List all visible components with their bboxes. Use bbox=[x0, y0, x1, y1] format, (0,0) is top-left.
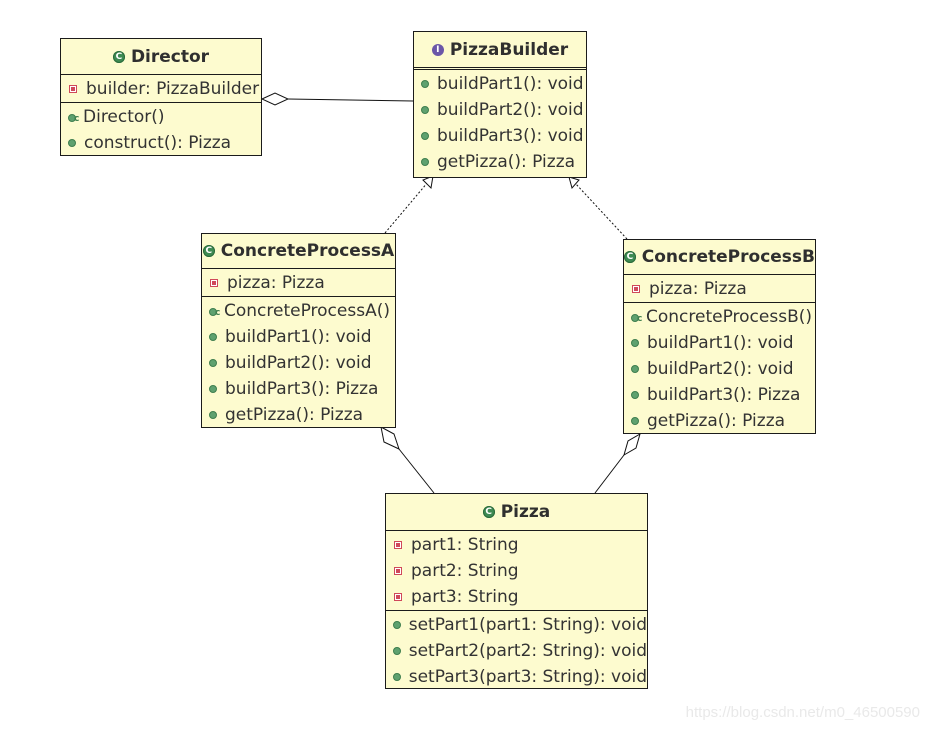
private-field-icon bbox=[394, 567, 402, 575]
public-method-icon bbox=[209, 411, 217, 419]
method-row: getPizza(): Pizza bbox=[202, 402, 395, 428]
public-method-icon bbox=[421, 132, 429, 140]
class-name: Director bbox=[130, 46, 210, 67]
private-field-icon bbox=[69, 85, 77, 93]
method-row: buildPart3(): void bbox=[414, 123, 586, 149]
aggregation-b-pizza bbox=[594, 432, 641, 494]
method-row: buildPart1(): void bbox=[624, 330, 815, 356]
attributes-section: builder: PizzaBuilder bbox=[61, 75, 261, 103]
class-pizza[interactable]: C Pizza part1: String part2: String part… bbox=[385, 493, 648, 689]
private-field-icon bbox=[210, 279, 218, 287]
attributes-section: part1: String part2: String part3: Strin… bbox=[386, 531, 647, 611]
watermark: https://blog.csdn.net/m0_46500590 bbox=[685, 704, 920, 721]
private-field-icon bbox=[394, 593, 402, 601]
method-row: getPizza(): Pizza bbox=[624, 408, 815, 434]
public-method-icon bbox=[393, 673, 401, 681]
method-row: buildPart2(): void bbox=[202, 350, 395, 376]
method-row: buildPart2(): void bbox=[624, 356, 815, 382]
method-row: ConcreteProcessB() bbox=[624, 304, 815, 332]
public-method-icon bbox=[209, 385, 217, 393]
class-c-icon: C bbox=[482, 506, 495, 518]
methods-section: ConcreteProcessB() buildPart1(): void bu… bbox=[624, 303, 815, 434]
class-c-icon: C bbox=[112, 50, 125, 63]
attribute-row: builder: PizzaBuilder bbox=[61, 76, 261, 102]
method-row: buildPart1(): void bbox=[202, 324, 395, 350]
method-row: ConcreteProcessA() bbox=[202, 298, 395, 326]
aggregation-diamond bbox=[623, 432, 641, 457]
private-field-icon bbox=[394, 541, 402, 549]
attributes-section: pizza: Pizza bbox=[202, 269, 395, 297]
interface-name: PizzaBuilder bbox=[449, 39, 569, 60]
public-method-icon bbox=[631, 339, 639, 347]
class-header: C ConcreteProcessA bbox=[202, 234, 395, 269]
constructor-icon bbox=[208, 300, 222, 326]
method-row: buildPart3(): Pizza bbox=[202, 376, 395, 402]
methods-section: setPart1(part1: String): void setPart2(p… bbox=[386, 611, 647, 690]
public-method-icon bbox=[393, 621, 401, 629]
methods-section: buildPart1(): void buildPart2(): void bu… bbox=[414, 70, 586, 175]
class-c-icon: C bbox=[624, 251, 636, 263]
class-name: Pizza bbox=[500, 502, 551, 522]
realization-b-pizzabuilder bbox=[568, 176, 628, 240]
public-method-icon bbox=[421, 106, 429, 114]
interface-i-icon: I bbox=[431, 43, 444, 56]
aggregation-diamond bbox=[260, 92, 290, 106]
aggregation-a-pizza bbox=[380, 426, 435, 494]
method-row: buildPart2(): void bbox=[414, 97, 586, 123]
attribute-row: part2: String bbox=[386, 558, 647, 584]
public-method-icon bbox=[209, 333, 217, 341]
attribute-row: part3: String bbox=[386, 584, 647, 610]
public-method-icon bbox=[631, 365, 639, 373]
public-method-icon bbox=[631, 391, 639, 399]
method-row: Director() bbox=[61, 104, 261, 132]
class-header: C Pizza bbox=[386, 494, 647, 531]
attribute-row: part1: String bbox=[386, 532, 647, 558]
class-header: C ConcreteProcessB bbox=[624, 240, 815, 275]
interface-header: I PizzaBuilder bbox=[414, 32, 586, 70]
attributes-section: pizza: Pizza bbox=[624, 275, 815, 303]
realization-a-pizzabuilder bbox=[384, 175, 434, 234]
attribute-row: pizza: Pizza bbox=[624, 276, 815, 302]
method-row: setPart2(part2: String): void bbox=[386, 638, 647, 664]
public-method-icon bbox=[209, 359, 217, 367]
interface-pizzabuilder[interactable]: I PizzaBuilder buildPart1(): void buildP… bbox=[413, 31, 587, 178]
constructor-icon bbox=[67, 106, 81, 132]
class-header: C Director bbox=[61, 39, 261, 75]
public-method-icon bbox=[68, 139, 76, 147]
aggregation-diamond bbox=[380, 426, 400, 450]
method-row: setPart3(part3: String): void bbox=[386, 664, 647, 690]
public-method-icon bbox=[631, 417, 639, 425]
class-concreteprocessa[interactable]: C ConcreteProcessA pizza: Pizza Concrete… bbox=[201, 233, 396, 428]
class-concreteprocessb[interactable]: C ConcreteProcessB pizza: Pizza Concrete… bbox=[623, 239, 816, 434]
class-director[interactable]: C Director builder: PizzaBuilder Directo… bbox=[60, 38, 262, 156]
class-name: ConcreteProcessA bbox=[220, 241, 395, 261]
method-row: construct(): Pizza bbox=[61, 130, 261, 156]
constructor-icon bbox=[630, 306, 644, 332]
public-method-icon bbox=[393, 647, 401, 655]
attribute-row: pizza: Pizza bbox=[202, 270, 395, 296]
methods-section: ConcreteProcessA() buildPart1(): void bu… bbox=[202, 297, 395, 428]
method-row: getPizza(): Pizza bbox=[414, 149, 586, 175]
public-method-icon bbox=[421, 158, 429, 166]
methods-section: Director() construct(): Pizza bbox=[61, 103, 261, 156]
class-name: ConcreteProcessB bbox=[641, 247, 815, 267]
method-row: buildPart1(): void bbox=[414, 71, 586, 97]
aggregation-director-pizzabuilder bbox=[260, 92, 414, 106]
class-c-icon: C bbox=[202, 245, 215, 257]
method-row: buildPart3(): Pizza bbox=[624, 382, 815, 408]
method-row: setPart1(part1: String): void bbox=[386, 612, 647, 638]
public-method-icon bbox=[421, 80, 429, 88]
private-field-icon bbox=[632, 285, 640, 293]
